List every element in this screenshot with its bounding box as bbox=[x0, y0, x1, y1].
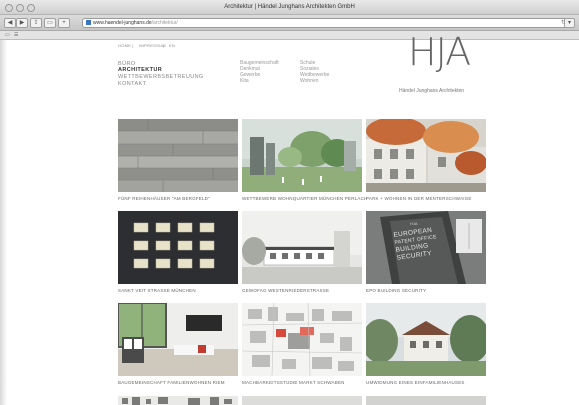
favicon-icon bbox=[86, 20, 91, 25]
url-path: /architektur/ bbox=[151, 20, 178, 26]
nav-item-kontakt[interactable]: KONTAKT bbox=[118, 81, 146, 87]
project-caption[interactable]: MACHBARKEITSSTUDIE MARKT SCHWABEN bbox=[242, 380, 345, 385]
project-caption[interactable]: PARK + WOHNEN IN DER MENTERSCHWAIGE bbox=[366, 196, 472, 201]
url-domain: www.haendel-junghans.de bbox=[93, 20, 152, 26]
project-tile-einfamilienhaus[interactable] bbox=[366, 303, 486, 376]
logo-company-name: Händel Junghans Architekten bbox=[399, 88, 465, 94]
project-caption[interactable]: EPO BUILDING SECURITY bbox=[366, 288, 426, 293]
nav-item-wettbewerbsbetreuung[interactable]: WETTBEWERBSBETREUUNG bbox=[118, 74, 204, 80]
separator-icon: | bbox=[163, 43, 165, 48]
page-shadow bbox=[0, 40, 7, 405]
new-tab-button[interactable]: + bbox=[58, 18, 70, 28]
show-all-bookmarks-icon[interactable]: ▭ bbox=[5, 32, 10, 38]
browser-toolbar: ◀ ▶ ⇪ ▭ + www.haendel-junghans.de/archit… bbox=[0, 15, 579, 31]
project-caption[interactable]: GEWOFAG WESTENRIEDERSTRASSE bbox=[242, 288, 329, 293]
project-tile-partial[interactable] bbox=[366, 394, 486, 405]
project-caption[interactable]: WETTBEWERB WOHNQUARTIER MÜNCHEN PERLACH bbox=[242, 196, 367, 201]
back-button[interactable]: ◀ bbox=[4, 18, 16, 28]
project-tile-sankt-veit[interactable] bbox=[118, 211, 238, 284]
category-kita[interactable]: Kita bbox=[240, 78, 249, 84]
project-tile-partial[interactable] bbox=[242, 394, 362, 405]
project-tile-markt-schwaben[interactable] bbox=[242, 303, 362, 376]
address-bar[interactable]: www.haendel-junghans.de/architektur/ ↻ bbox=[82, 18, 570, 28]
project-tile-riem[interactable] bbox=[118, 303, 238, 376]
logo[interactable]: HJA bbox=[408, 33, 471, 71]
project-tile-epo[interactable]: HJA EUROPEAN PATENT OFFICE BUILDING SECU… bbox=[366, 211, 486, 284]
project-tile-menterschwaige[interactable] bbox=[366, 119, 486, 192]
lang-link-home[interactable]: HOME bbox=[118, 43, 131, 48]
close-window-button[interactable] bbox=[5, 4, 13, 12]
project-caption[interactable]: FÜNF REIHENHÄUSER "AM BERGFELD" bbox=[118, 196, 210, 201]
nav-item-architektur[interactable]: ARCHITEKTUR bbox=[118, 67, 162, 73]
separator-icon: | bbox=[132, 43, 134, 48]
category-wohnen[interactable]: Wohnen bbox=[300, 78, 319, 84]
window-titlebar: Architektur | Händel Junghans Architekte… bbox=[0, 0, 579, 15]
downloads-button[interactable]: ▾ bbox=[564, 18, 575, 28]
epo-sign: EUROPEAN PATENT OFFICE BUILDING SECURITY bbox=[393, 226, 438, 262]
project-caption[interactable]: SANKT VEIT STRASSE MÜNCHEN bbox=[118, 288, 196, 293]
reading-list-icon[interactable]: ☰ bbox=[14, 32, 18, 38]
project-tile-westenrieder[interactable] bbox=[242, 211, 362, 284]
project-tile-perlach[interactable] bbox=[242, 119, 362, 192]
window-title: Architektur | Händel Junghans Architekte… bbox=[224, 4, 355, 10]
project-caption[interactable]: UMWIDMUNG EINES EINFAMILIENHAUSES bbox=[366, 380, 465, 385]
bookmarks-bar: ▭ ☰ bbox=[0, 31, 579, 40]
zoom-window-button[interactable] bbox=[27, 4, 35, 12]
project-caption[interactable]: BAUGEMEINSCHAFT FAMILIENWOHNEN RIEM bbox=[118, 380, 225, 385]
project-tile-partial[interactable] bbox=[118, 394, 238, 405]
share-button[interactable]: ⇪ bbox=[30, 18, 42, 28]
window-controls[interactable] bbox=[5, 4, 35, 12]
project-tile-wood[interactable] bbox=[118, 119, 238, 192]
svg-text:HJA: HJA bbox=[410, 221, 418, 226]
forward-button[interactable]: ▶ bbox=[16, 18, 28, 28]
reader-button[interactable]: ▭ bbox=[44, 18, 56, 28]
minimize-window-button[interactable] bbox=[16, 4, 24, 12]
lang-link-impressum[interactable]: IMPRESSUM bbox=[139, 43, 166, 48]
lang-link-en[interactable]: EN bbox=[169, 43, 175, 48]
